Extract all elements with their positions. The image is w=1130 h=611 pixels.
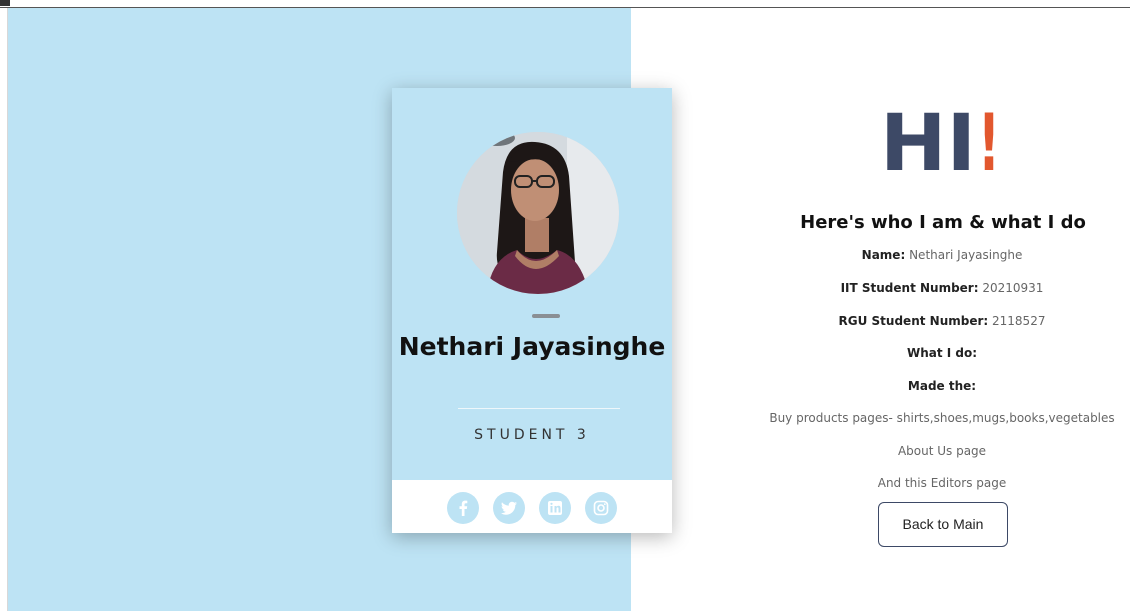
what-i-do-label: What I do: bbox=[906, 346, 978, 360]
linkedin-icon[interactable] bbox=[539, 492, 571, 524]
strip-mark bbox=[0, 0, 10, 6]
work-item: Buy products pages- shirts,shoes,mugs,bo… bbox=[769, 411, 1115, 425]
card-divider bbox=[458, 408, 620, 409]
card-name: Nethari Jayasinghe bbox=[398, 332, 666, 361]
profile-card: Nethari Jayasinghe STUDENT 3 bbox=[392, 88, 672, 533]
instagram-icon[interactable] bbox=[585, 492, 617, 524]
name-line: Name: Nethari Jayasinghe bbox=[752, 248, 1130, 262]
avatar bbox=[457, 132, 619, 294]
twitter-icon[interactable] bbox=[493, 492, 525, 524]
iit-number-line: IIT Student Number: 20210931 bbox=[752, 281, 1130, 295]
social-bar bbox=[392, 480, 672, 533]
back-to-main-button[interactable]: Back to Main bbox=[878, 502, 1008, 547]
work-item: About Us page bbox=[897, 444, 987, 458]
name-label: Name: bbox=[861, 248, 906, 262]
top-strip bbox=[0, 0, 1130, 8]
iit-number-label: IIT Student Number: bbox=[840, 281, 979, 295]
rgu-number-label: RGU Student Number: bbox=[838, 314, 989, 328]
hi-text: HI bbox=[880, 100, 976, 175]
iit-number-value: 20210931 bbox=[982, 281, 1044, 295]
about-title: Here's who I am & what I do bbox=[800, 212, 1086, 233]
rgu-number-value: 2118527 bbox=[992, 314, 1046, 328]
rgu-number-line: RGU Student Number: 2118527 bbox=[752, 314, 1130, 328]
name-divider-dash bbox=[532, 314, 560, 318]
hi-exclaim: ! bbox=[978, 100, 1000, 175]
left-edge bbox=[0, 8, 8, 611]
hi-heading: HI ! bbox=[880, 99, 1002, 189]
name-value: Nethari Jayasinghe bbox=[909, 248, 1023, 262]
work-item: And this Editors page bbox=[877, 476, 1007, 490]
what-i-do-line: What I do: bbox=[752, 346, 1130, 360]
avatar-photo bbox=[457, 132, 619, 294]
card-role: STUDENT 3 bbox=[474, 427, 590, 443]
made-the-line: Made the: bbox=[752, 379, 1130, 393]
facebook-icon[interactable] bbox=[447, 492, 479, 524]
made-the-label: Made the: bbox=[907, 379, 977, 393]
